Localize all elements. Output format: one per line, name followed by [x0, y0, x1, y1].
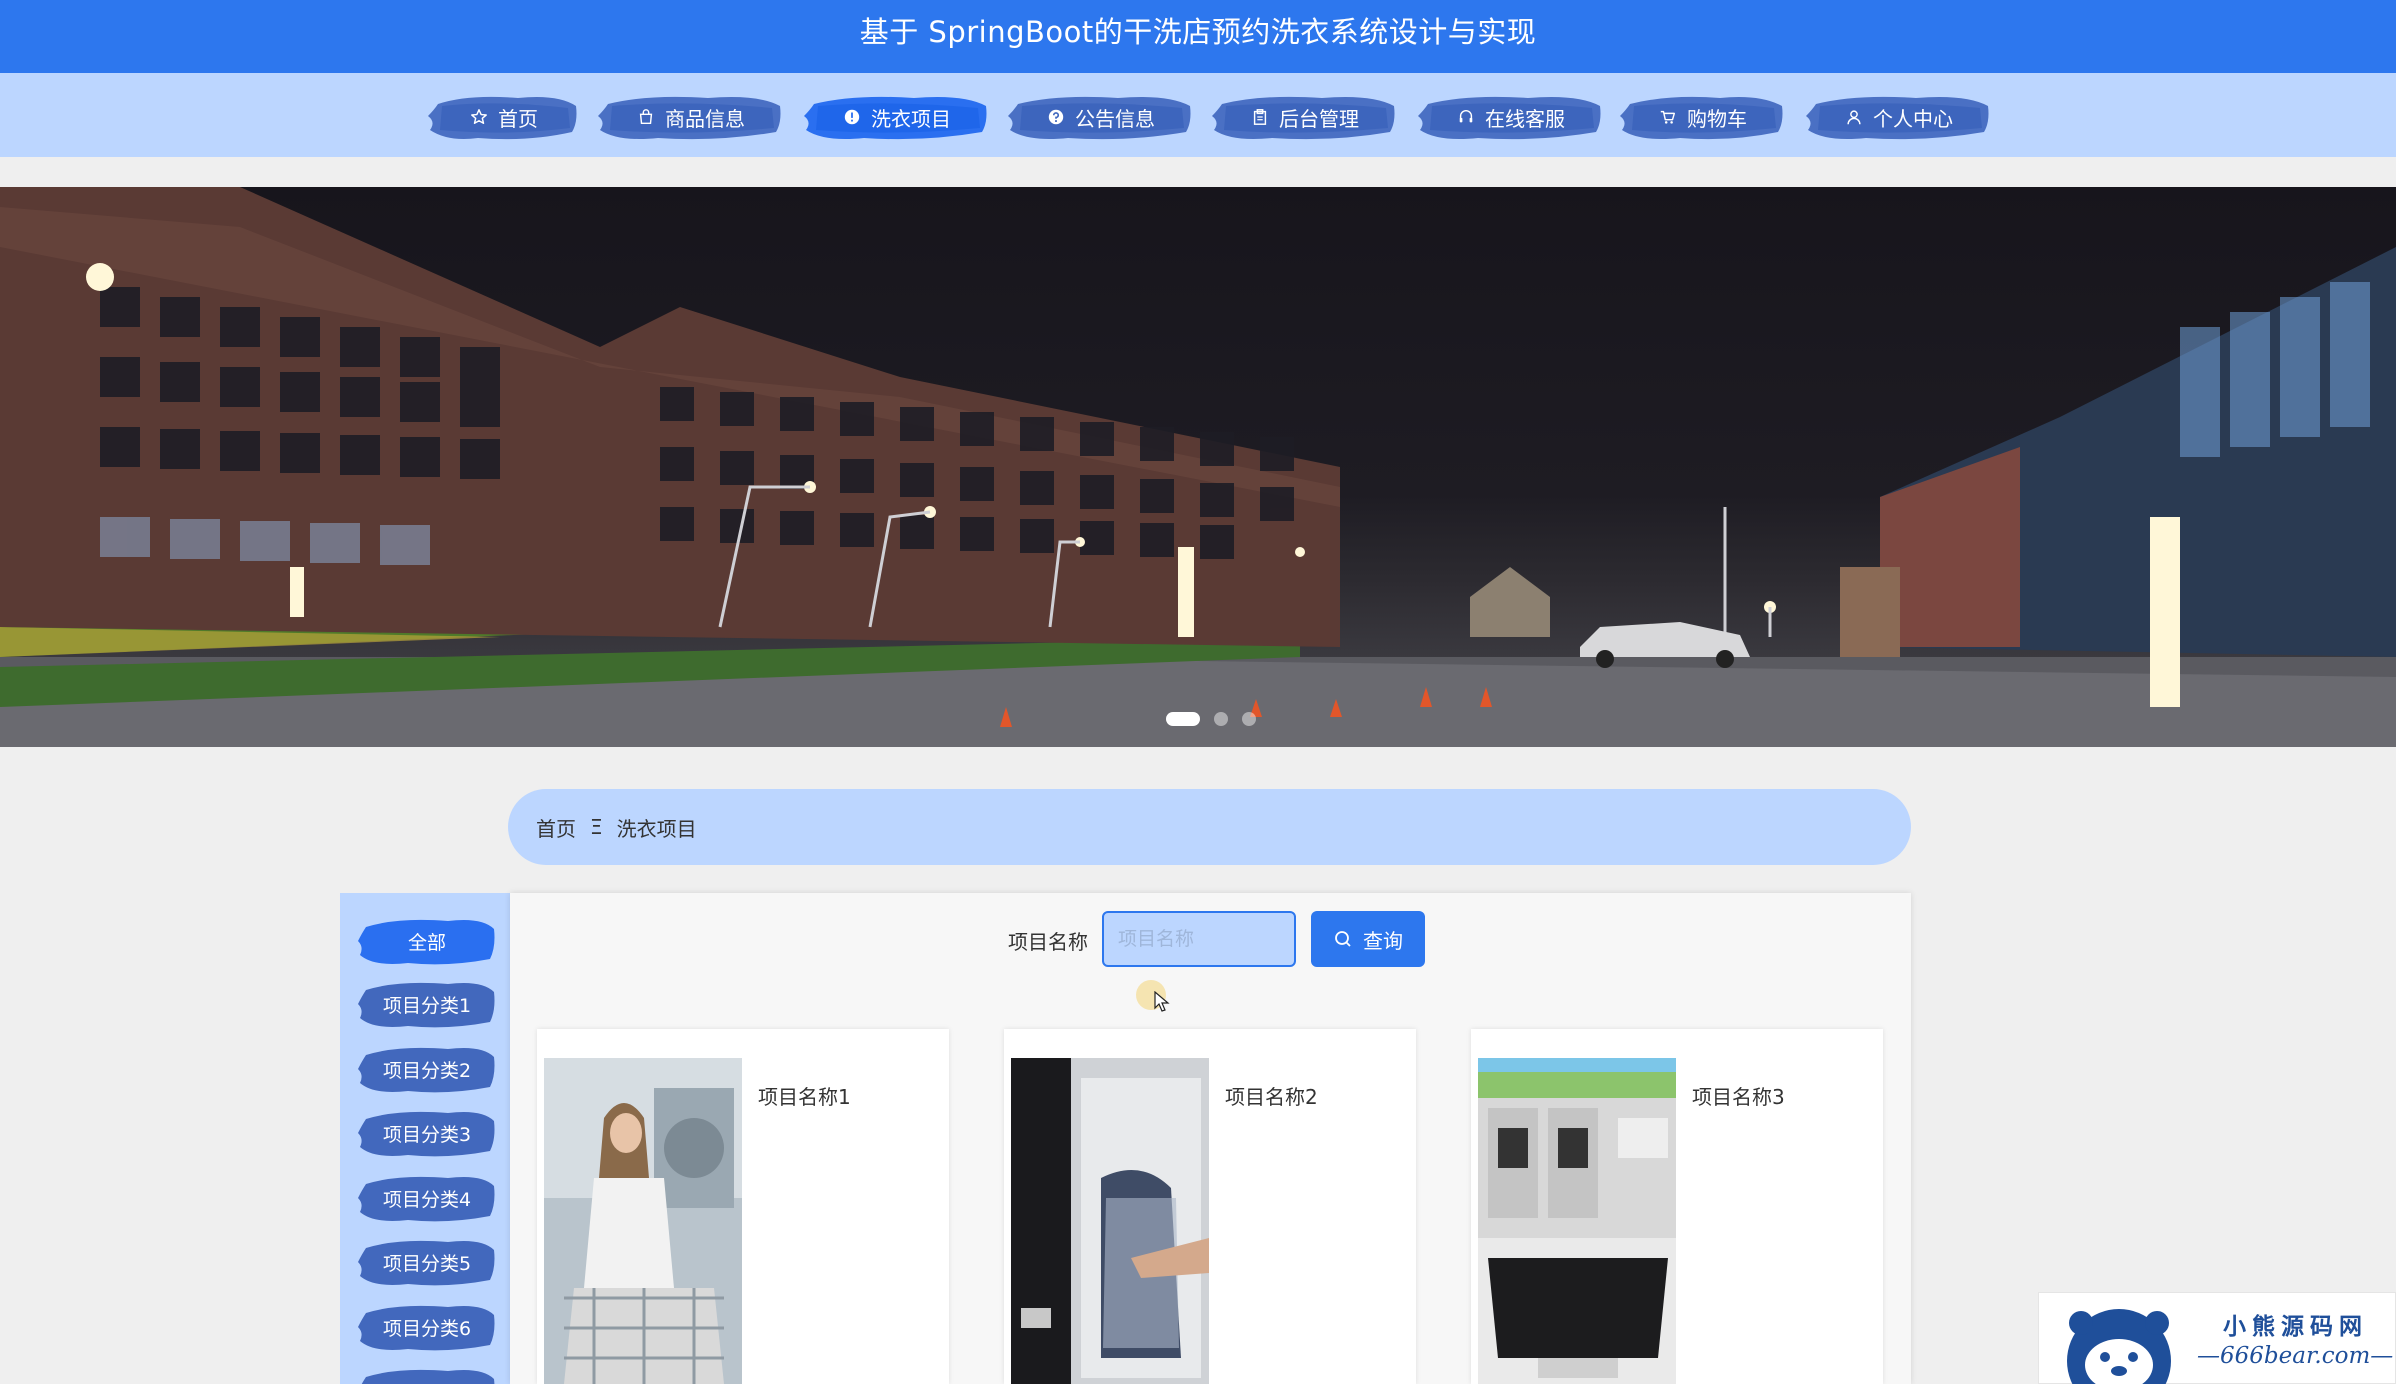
category-label: 项目分类5: [382, 1252, 472, 1275]
search-button[interactable]: 查询: [1311, 911, 1425, 967]
category-sidebar: 全部 项目分类1 项目分类2 项目分类3 项目分类4 项目分类5 项目分类6: [340, 893, 510, 1384]
project-name[interactable]: 项目名称2: [1225, 1081, 1318, 1110]
project-thumbnail[interactable]: [1478, 1058, 1676, 1384]
headset-icon: [1457, 108, 1475, 126]
project-image: [544, 1058, 742, 1384]
category-item-1[interactable]: 项目分类1: [358, 978, 496, 1030]
breadcrumb-current: 洗衣项目: [616, 816, 697, 841]
nav-item-label: 个人中心: [1873, 106, 1953, 131]
clipboard-icon: [1251, 108, 1269, 126]
site-title: 基于 SpringBoot的干洗店预约洗衣系统设计与实现: [859, 14, 1537, 49]
site-watermark: 小熊源码网 —666bear.com—: [2038, 1292, 2396, 1384]
project-image: [1011, 1058, 1209, 1384]
search-icon: [1335, 931, 1351, 947]
nav-divider: [0, 157, 2396, 187]
project-card[interactable]: 项目名称1: [537, 1029, 949, 1384]
category-item-5[interactable]: 项目分类5: [358, 1236, 496, 1288]
project-thumbnail[interactable]: [544, 1058, 742, 1384]
category-label: 项目分类4: [382, 1188, 472, 1211]
nav-item-label: 洗衣项目: [871, 106, 951, 131]
carousel-dot-2[interactable]: [1214, 712, 1228, 726]
watermark-title: 小熊源码网: [2223, 1314, 2368, 1340]
nav-item-admin[interactable]: 后台管理: [1212, 92, 1398, 142]
nav-item-cart[interactable]: 购物车: [1620, 92, 1786, 142]
project-name[interactable]: 项目名称1: [758, 1081, 851, 1110]
banner-carousel[interactable]: [0, 187, 2396, 747]
nav-item-home[interactable]: 首页: [428, 92, 580, 142]
project-list-panel: 项目名称 查询 项目名称1: [510, 893, 1911, 1384]
category-label: 项目分类6: [382, 1317, 472, 1340]
category-item-more[interactable]: [358, 1365, 496, 1384]
site-header: 基于 SpringBoot的干洗店预约洗衣系统设计与实现: [0, 0, 2396, 73]
project-card[interactable]: 项目名称2: [1004, 1029, 1416, 1384]
breadcrumb-home[interactable]: 首页: [536, 813, 576, 842]
project-thumbnail[interactable]: [1011, 1058, 1209, 1384]
user-icon: [1845, 108, 1863, 126]
carousel-indicators: [1166, 712, 1256, 726]
nav-item-label: 后台管理: [1279, 106, 1359, 131]
main-nav: 首页 商品信息 洗衣项目 公告信息 后台管理 在线客服 购物车 个人中心: [0, 73, 2396, 157]
category-all[interactable]: 全部: [358, 915, 496, 967]
category-label: 项目分类1: [382, 994, 472, 1017]
category-item-2[interactable]: 项目分类2: [358, 1043, 496, 1095]
star-icon: [470, 108, 488, 126]
nav-item-announcements[interactable]: 公告信息: [1008, 92, 1194, 142]
project-name[interactable]: 项目名称3: [1692, 1081, 1785, 1110]
nav-item-label: 购物车: [1687, 106, 1747, 131]
project-card[interactable]: 项目名称3: [1471, 1029, 1883, 1384]
category-item-6[interactable]: 项目分类6: [358, 1301, 496, 1353]
nav-item-online-service[interactable]: 在线客服: [1418, 92, 1604, 142]
breadcrumb-separator: Ξ: [590, 815, 603, 839]
search-input[interactable]: [1102, 911, 1296, 967]
nav-item-label: 在线客服: [1485, 106, 1565, 131]
search-button-label: 查询: [1363, 928, 1403, 953]
nav-item-label: 公告信息: [1075, 106, 1155, 131]
category-item-3[interactable]: 项目分类3: [358, 1107, 496, 1159]
banner-image: [0, 187, 2396, 747]
cart-icon: [1659, 108, 1677, 126]
breadcrumb: 首页 Ξ 洗衣项目: [508, 789, 1911, 865]
carousel-dot-1[interactable]: [1166, 712, 1200, 726]
watermark-url: —666bear.com—: [2197, 1343, 2394, 1369]
category-label: 全部: [407, 931, 446, 954]
category-label: 项目分类3: [382, 1123, 472, 1146]
nav-item-user-center[interactable]: 个人中心: [1806, 92, 1992, 142]
nav-item-products[interactable]: 商品信息: [598, 92, 784, 142]
carousel-dot-3[interactable]: [1242, 712, 1256, 726]
question-circle-icon: [1047, 108, 1065, 126]
mouse-cursor-icon: [1154, 991, 1170, 1012]
category-label: 项目分类2: [382, 1059, 472, 1082]
nav-item-label: 商品信息: [665, 106, 745, 131]
brush-background: [361, 1369, 495, 1384]
search-label: 项目名称: [1008, 930, 1088, 954]
bear-logo-icon: [2067, 1309, 2171, 1384]
nav-item-laundry-projects[interactable]: 洗衣项目: [804, 92, 990, 142]
nav-item-label: 首页: [498, 106, 538, 131]
project-image: [1478, 1058, 1676, 1384]
info-circle-icon: [843, 108, 861, 126]
category-item-4[interactable]: 项目分类4: [358, 1172, 496, 1224]
bag-icon: [637, 108, 655, 126]
